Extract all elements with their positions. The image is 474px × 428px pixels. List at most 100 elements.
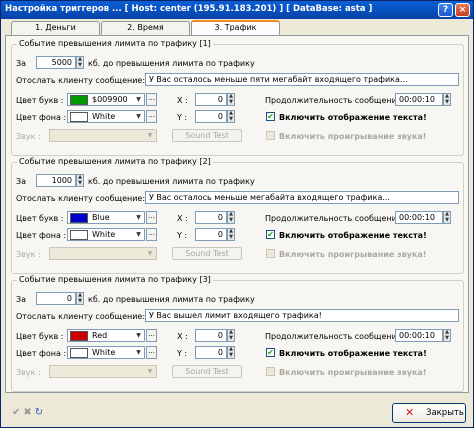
y-label: Y :	[177, 349, 188, 358]
bg-color-label: Цвет фона :	[16, 113, 67, 122]
y-input[interactable]: 0	[195, 110, 227, 123]
y-input[interactable]: 0	[195, 228, 227, 241]
x-input[interactable]: 0	[195, 211, 227, 224]
sound-test-button[interactable]: Sound Test	[172, 247, 242, 260]
duration-spinner[interactable]: ▲ ▼	[443, 329, 451, 342]
sound-select[interactable]: ▼	[49, 247, 157, 260]
kb-suffix-label: кб. до превышения лимита по трафику	[88, 295, 255, 304]
sound-test-button[interactable]: Sound Test	[172, 129, 242, 142]
y-label: Y :	[177, 231, 188, 240]
close-button[interactable]: ✕ Закрыть	[392, 403, 466, 423]
chevron-down-icon: ▼	[136, 349, 141, 356]
traffic-limit-group-2: Событие превышения лимита по трафику [2]…	[11, 157, 464, 274]
x-spinner[interactable]: ▲ ▼	[227, 211, 235, 224]
duration-label: Продолжительность сообщения :	[265, 96, 407, 105]
y-label: Y :	[177, 113, 188, 122]
text-color-label: Цвет букв :	[16, 332, 64, 341]
text-color-select[interactable]: Red ▼	[67, 329, 145, 342]
x-input[interactable]: 0	[195, 93, 227, 106]
sound-select[interactable]: ▼	[49, 129, 157, 142]
kb-input[interactable]: 5000	[36, 56, 76, 69]
bg-color-picker-button[interactable]: …	[146, 346, 157, 359]
duration-input[interactable]: 00:00:10	[395, 329, 443, 342]
za-label: За	[16, 295, 27, 304]
sound-label: Звук :	[16, 250, 41, 259]
close-button-label: Закрыть	[426, 408, 464, 418]
text-color-picker-button[interactable]: …	[146, 211, 157, 224]
play-sound-label: Включить проигрывание звука!	[279, 250, 427, 259]
play-sound-label: Включить проигрывание звука!	[279, 368, 427, 377]
text-color-swatch	[70, 95, 88, 105]
window-close-button[interactable]: ×	[455, 3, 470, 17]
message-label: Отослать клиенту сообщение:	[16, 76, 146, 85]
tab-traffic[interactable]: 3. Трафик	[191, 20, 280, 35]
text-color-swatch	[70, 331, 88, 341]
kb-input[interactable]: 1000	[36, 174, 76, 187]
text-color-swatch	[70, 213, 88, 223]
play-sound-checkbox[interactable]	[266, 367, 275, 376]
group-legend: Событие превышения лимита по трафику [3]	[17, 275, 213, 284]
tab-time[interactable]: 2. Время	[101, 21, 190, 35]
chevron-down-icon: ▼	[136, 332, 141, 339]
chevron-down-icon: ▼	[136, 113, 141, 120]
text-color-name: Red	[92, 331, 108, 340]
duration-input[interactable]: 00:00:10	[395, 211, 443, 224]
duration-input[interactable]: 00:00:10	[395, 93, 443, 106]
bg-color-picker-button[interactable]: …	[146, 110, 157, 123]
bg-color-select[interactable]: White ▼	[67, 346, 145, 359]
close-x-icon: ✕	[405, 406, 415, 419]
kb-spinner[interactable]: ▲ ▼	[76, 174, 84, 187]
sound-select[interactable]: ▼	[49, 365, 157, 378]
chevron-down-icon: ▼	[136, 231, 141, 238]
play-sound-checkbox[interactable]	[266, 249, 275, 258]
group-legend: Событие превышения лимита по трафику [2]	[17, 157, 213, 166]
tab-page-traffic: Событие превышения лимита по трафику [1]…	[5, 35, 469, 393]
bg-color-select[interactable]: White ▼	[67, 110, 145, 123]
duration-spinner[interactable]: ▲ ▼	[443, 211, 451, 224]
bg-color-select[interactable]: White ▼	[67, 228, 145, 241]
kb-spinner[interactable]: ▲ ▼	[76, 56, 84, 69]
kb-suffix-label: кб. до превышения лимита по трафику	[88, 177, 255, 186]
play-sound-checkbox[interactable]	[266, 131, 275, 140]
bg-color-picker-button[interactable]: …	[146, 228, 157, 241]
bg-color-name: White	[92, 348, 116, 357]
footer-icons: ✔ ✖ ↻	[12, 407, 46, 418]
show-text-checkbox[interactable]: ✔	[266, 230, 275, 239]
za-label: За	[16, 59, 27, 68]
tab-money[interactable]: 1. Деньги	[11, 21, 100, 35]
message-input[interactable]: У Вас вышел лимит входящего трафика!	[145, 309, 459, 322]
message-label: Отослать клиенту сообщение:	[16, 194, 146, 203]
y-spinner[interactable]: ▲ ▼	[227, 110, 235, 123]
text-color-picker-button[interactable]: …	[146, 93, 157, 106]
y-spinner[interactable]: ▲ ▼	[227, 228, 235, 241]
kb-suffix-label: кб. до превышения лимита по трафику	[88, 59, 255, 68]
kb-input[interactable]: 0	[36, 292, 76, 305]
help-button[interactable]: ?	[438, 3, 453, 17]
play-sound-label: Включить проигрывание звука!	[279, 132, 427, 141]
x-input[interactable]: 0	[195, 329, 227, 342]
refresh-icon[interactable]: ↻	[35, 407, 43, 418]
x-spinner[interactable]: ▲ ▼	[227, 93, 235, 106]
y-spinner[interactable]: ▲ ▼	[227, 346, 235, 359]
message-input[interactable]: У Вас осталось меньше мегабайта входящег…	[145, 191, 459, 204]
y-input[interactable]: 0	[195, 346, 227, 359]
sound-test-button[interactable]: Sound Test	[172, 365, 242, 378]
text-color-picker-button[interactable]: …	[146, 329, 157, 342]
message-input[interactable]: У Вас осталось меньше пяти мегабайт вход…	[145, 73, 459, 86]
kb-spinner[interactable]: ▲ ▼	[76, 292, 84, 305]
chevron-down-icon: ▼	[136, 96, 141, 103]
title-bar[interactable]: Настройка триггеров ... [ Host: center (…	[1, 1, 473, 19]
bg-color-swatch	[70, 230, 88, 240]
duration-spinner[interactable]: ▲ ▼	[443, 93, 451, 106]
text-color-name: $009900	[92, 95, 128, 104]
x-spinner[interactable]: ▲ ▼	[227, 329, 235, 342]
text-color-select[interactable]: Blue ▼	[67, 211, 145, 224]
show-text-checkbox[interactable]: ✔	[266, 348, 275, 357]
cancel-icon[interactable]: ✖	[23, 407, 31, 418]
text-color-select[interactable]: $009900 ▼	[67, 93, 145, 106]
duration-label: Продолжительность сообщения :	[265, 332, 407, 341]
duration-label: Продолжительность сообщения :	[265, 214, 407, 223]
show-text-checkbox[interactable]: ✔	[266, 112, 275, 121]
text-color-label: Цвет букв :	[16, 96, 64, 105]
check-icon[interactable]: ✔	[12, 407, 20, 418]
